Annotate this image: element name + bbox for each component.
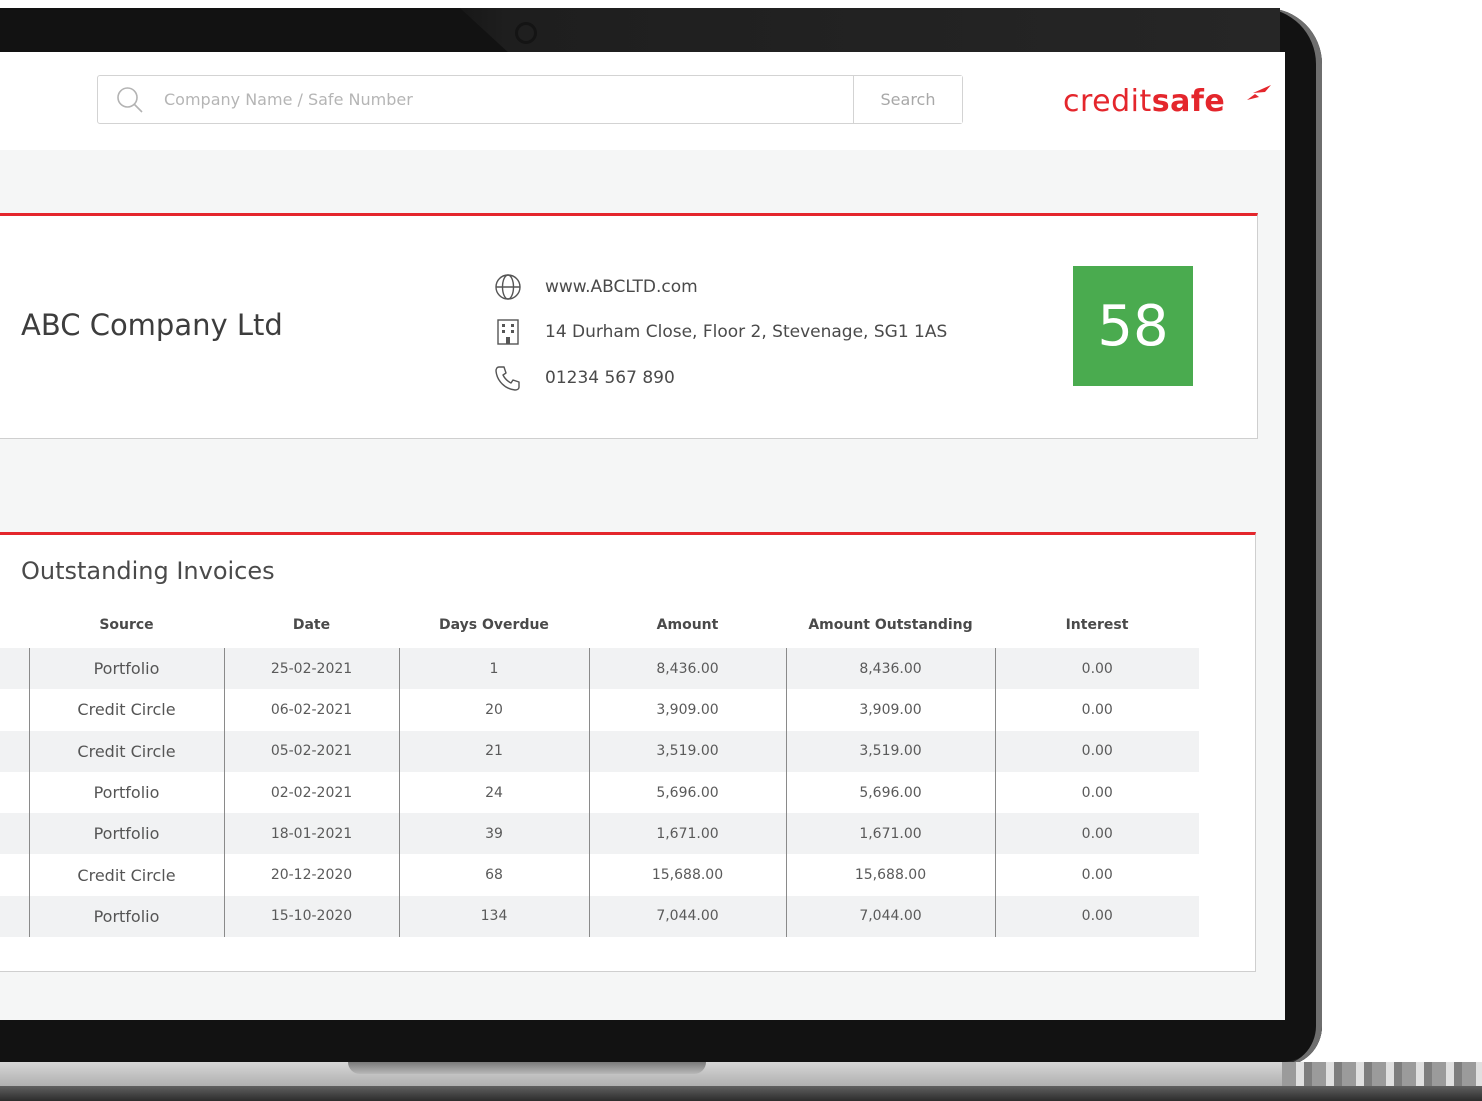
- cell-date: 15-10-2020: [223, 895, 399, 938]
- phone-row[interactable]: 01234 567 890: [493, 363, 675, 393]
- table-row[interactable]: Credit Circle 20-12-2020 68 15,688.00 15…: [0, 854, 1199, 896]
- header-spacer: [0, 617, 29, 648]
- cell-amount: 3,519.00: [588, 730, 786, 772]
- company-address: 14 Durham Close, Floor 2, Stevenage, SG1…: [545, 322, 948, 342]
- logo-swoosh-icon: [1247, 85, 1271, 100]
- cell-interest: 0.00: [994, 648, 1199, 690]
- cell-days-overdue: 39: [398, 813, 589, 855]
- search-button[interactable]: Search: [853, 76, 962, 123]
- cell-source: Credit Circle: [28, 854, 224, 896]
- laptop-base-bottom: [0, 1086, 1482, 1101]
- cell-interest: 0.00: [994, 854, 1199, 896]
- cell-amount-outstanding: 1,671.00: [785, 813, 995, 855]
- cell-interest: 0.00: [994, 730, 1199, 772]
- cell-days-overdue: 20: [398, 689, 589, 731]
- cell-amount: 15,688.00: [588, 854, 786, 896]
- table-row[interactable]: Portfolio 15-10-2020 134 7,044.00 7,044.…: [0, 895, 1199, 938]
- search-box: Search: [97, 75, 963, 124]
- creditsafe-logo[interactable]: creditsafe: [1063, 80, 1271, 124]
- header-interest: Interest: [1065, 617, 1129, 633]
- cell-interest: 0.00: [994, 895, 1199, 938]
- address-row: 14 Durham Close, Floor 2, Stevenage, SG1…: [493, 317, 947, 347]
- credit-score-badge: 58: [1073, 266, 1193, 386]
- cell-date: 18-01-2021: [223, 813, 399, 855]
- website-row[interactable]: www.ABCLTD.com: [493, 272, 698, 302]
- top-bar: Search creditsafe: [0, 52, 1285, 150]
- header-date: Date: [292, 617, 331, 633]
- cell-amount-outstanding: 7,044.00: [785, 895, 995, 938]
- cell-date: 02-02-2021: [223, 771, 399, 814]
- row-spacer: [0, 772, 29, 813]
- row-spacer: [0, 730, 29, 772]
- cell-amount-outstanding: 3,909.00: [785, 689, 995, 731]
- cell-amount: 1,671.00: [588, 813, 786, 855]
- laptop-bezel-sheen: [460, 8, 1280, 54]
- row-spacer: [0, 813, 29, 855]
- cell-days-overdue: 134: [398, 895, 589, 938]
- outstanding-invoices-card: Outstanding Invoices Source Date Days Ov…: [0, 532, 1256, 972]
- header-amount: Amount: [656, 617, 719, 633]
- company-name: ABC Company Ltd: [21, 308, 283, 342]
- cell-interest: 0.00: [994, 813, 1199, 855]
- header-days-overdue: Days Overdue: [439, 617, 549, 633]
- cell-days-overdue: 68: [398, 854, 589, 896]
- cell-date: 05-02-2021: [223, 730, 399, 772]
- cell-interest: 0.00: [994, 771, 1199, 814]
- cell-amount: 3,909.00: [588, 689, 786, 731]
- cell-amount: 8,436.00: [588, 648, 786, 690]
- cell-amount-outstanding: 8,436.00: [785, 648, 995, 690]
- logo-text-light: credit: [1063, 84, 1152, 119]
- cell-days-overdue: 21: [398, 730, 589, 772]
- table-row[interactable]: Credit Circle 05-02-2021 21 3,519.00 3,5…: [0, 730, 1199, 772]
- table-row[interactable]: Portfolio 25-02-2021 1 8,436.00 8,436.00…: [0, 648, 1199, 690]
- table-row[interactable]: Credit Circle 06-02-2021 20 3,909.00 3,9…: [0, 689, 1199, 731]
- cell-amount: 7,044.00: [588, 895, 786, 938]
- cell-days-overdue: 24: [398, 771, 589, 814]
- cell-source: Portfolio: [28, 648, 224, 690]
- table-row[interactable]: Portfolio 18-01-2021 39 1,671.00 1,671.0…: [0, 813, 1199, 855]
- cell-amount-outstanding: 15,688.00: [785, 854, 995, 896]
- cell-source: Credit Circle: [28, 689, 224, 731]
- phone-icon: [495, 366, 520, 391]
- table-row[interactable]: Portfolio 02-02-2021 24 5,696.00 5,696.0…: [0, 771, 1199, 814]
- laptop-camera: [515, 22, 537, 44]
- building-icon: [497, 319, 519, 345]
- search-icon: [116, 86, 144, 114]
- cell-source: Portfolio: [28, 771, 224, 814]
- invoices-header-row: Source Date Days Overdue Amount Amount O…: [0, 617, 1199, 648]
- cell-amount: 5,696.00: [588, 771, 786, 814]
- cell-date: 20-12-2020: [223, 854, 399, 896]
- row-spacer: [0, 854, 29, 895]
- globe-icon: [495, 274, 521, 300]
- header-amount-outstanding: Amount Outstanding: [808, 617, 973, 633]
- cell-days-overdue: 1: [398, 648, 589, 690]
- cell-interest: 0.00: [994, 689, 1199, 731]
- row-spacer: [0, 895, 29, 938]
- header-source: Source: [99, 617, 154, 633]
- cell-date: 25-02-2021: [223, 648, 399, 690]
- company-phone[interactable]: 01234 567 890: [545, 368, 675, 388]
- app-screen: Search creditsafe ABC Company Ltd www.AB…: [0, 52, 1285, 1020]
- cell-source: Portfolio: [28, 813, 224, 855]
- invoices-table: Source Date Days Overdue Amount Amount O…: [0, 617, 1199, 938]
- cell-source: Portfolio: [28, 895, 224, 938]
- row-spacer: [0, 689, 29, 730]
- logo-text-bold: safe: [1151, 84, 1226, 119]
- cell-amount-outstanding: 3,519.00: [785, 730, 995, 772]
- cell-date: 06-02-2021: [223, 689, 399, 731]
- row-spacer: [0, 648, 29, 690]
- cell-amount-outstanding: 5,696.00: [785, 771, 995, 814]
- invoices-title: Outstanding Invoices: [21, 557, 275, 585]
- search-input[interactable]: [164, 76, 844, 123]
- laptop-hinge-notch: [348, 1062, 706, 1074]
- company-summary-card: ABC Company Ltd www.ABCLTD.com 14 Durham…: [0, 213, 1258, 439]
- company-website[interactable]: www.ABCLTD.com: [545, 277, 698, 297]
- cell-source: Credit Circle: [28, 730, 224, 772]
- laptop-base-stripes: [1282, 1062, 1482, 1088]
